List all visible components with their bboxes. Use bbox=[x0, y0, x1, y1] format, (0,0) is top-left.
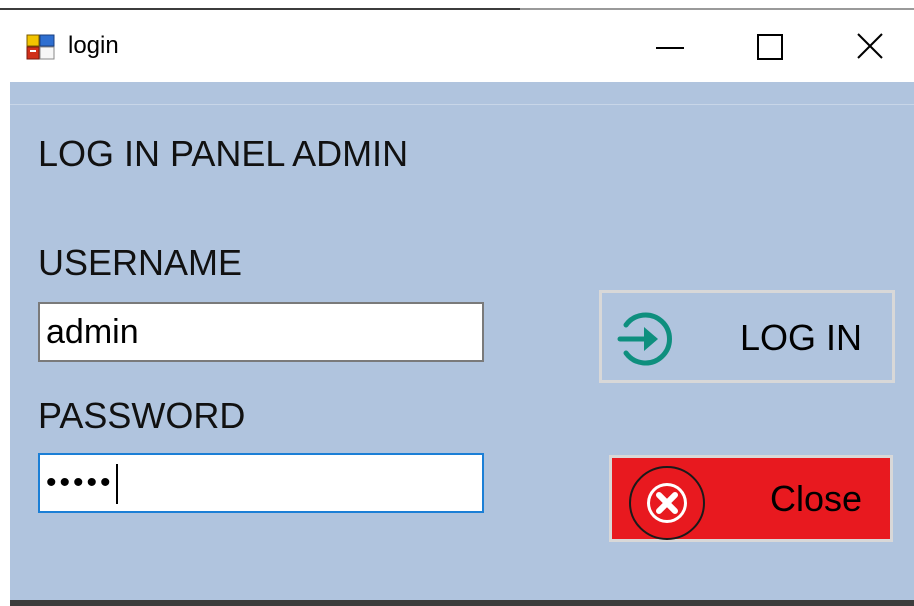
login-window: login LOG IN PANEL ADMIN USERNAME admin … bbox=[0, 0, 914, 606]
login-panel: LOG IN PANEL ADMIN USERNAME admin PASSWO… bbox=[10, 82, 914, 600]
login-button-label: LOG IN bbox=[740, 317, 863, 358]
login-button[interactable]: LOG IN bbox=[599, 290, 895, 383]
text-caret bbox=[115, 464, 118, 505]
username-input[interactable]: admin bbox=[38, 302, 484, 362]
close-icon[interactable] bbox=[838, 18, 902, 74]
maximize-icon[interactable] bbox=[737, 18, 801, 74]
close-button[interactable]: Close bbox=[609, 455, 893, 542]
login-arrow-icon bbox=[617, 312, 672, 366]
panel-heading: LOG IN PANEL ADMIN bbox=[38, 133, 409, 174]
app-icon bbox=[26, 34, 55, 60]
username-label: USERNAME bbox=[38, 242, 243, 283]
close-button-label: Close bbox=[770, 478, 863, 519]
title-bar[interactable]: login bbox=[0, 10, 914, 82]
x-circle-icon bbox=[629, 466, 705, 540]
window-top-border bbox=[0, 0, 914, 10]
password-input[interactable]: ••••• bbox=[38, 453, 484, 513]
window-title: login bbox=[68, 32, 119, 59]
password-value: ••••• bbox=[46, 466, 114, 499]
password-label: PASSWORD bbox=[38, 395, 246, 436]
window-left-border bbox=[0, 82, 10, 606]
minimize-icon[interactable] bbox=[638, 18, 702, 74]
window-bottom-border bbox=[10, 600, 914, 606]
